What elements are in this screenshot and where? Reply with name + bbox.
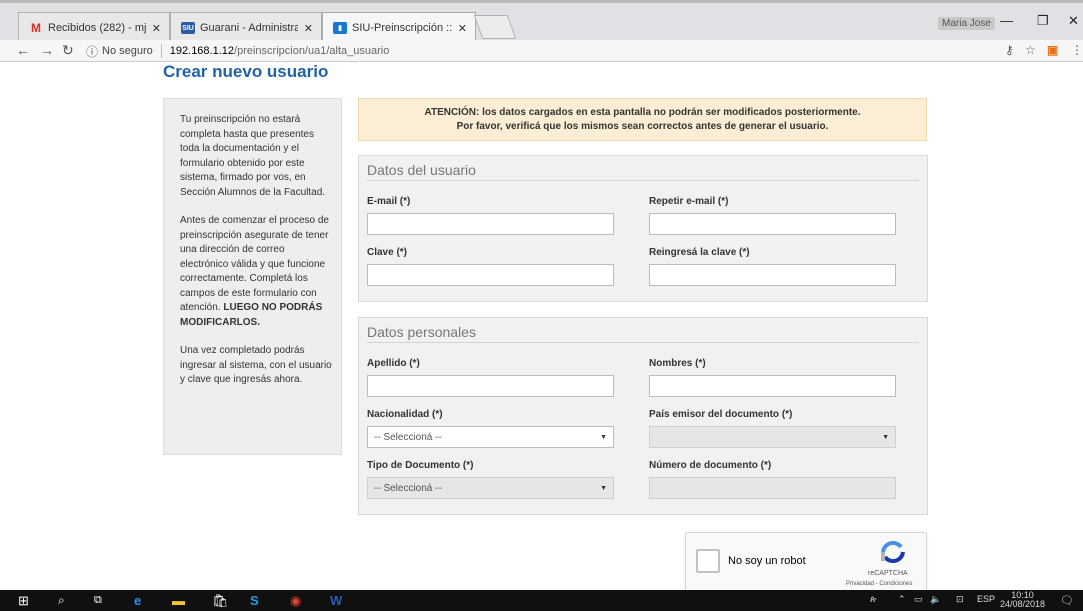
menu-icon[interactable]: ⋮ [1071,43,1083,57]
tray-chevron-icon[interactable]: ⌃ [898,594,906,605]
address-bar[interactable]: ⓘ No seguro 192.168.1.12 /preinscripcion… [86,41,996,61]
windows-start-icon[interactable]: ⊞ [18,592,29,609]
url-path: /preinscripcion/ua1/alta_usuario [234,45,390,57]
url-host: 192.168.1.12 [169,45,235,57]
tab-label: SIU-Preinscripción :: Crea [352,22,452,34]
tab-gmail[interactable]: M Recibidos (282) - mjrolan ✕ [18,12,170,43]
page-content: Crear nuevo usuario Tu preinscripción no… [0,62,1083,590]
select-value: -- Seleccioná -- [374,431,442,443]
clock-date: 24/08/2018 [1000,599,1046,609]
recaptcha-label: No soy un robot [728,555,806,567]
dropdown-arrow-icon: ▼ [882,433,889,441]
tab-label: Recibidos (282) - mjrolan [48,22,146,34]
key-icon[interactable]: ⚷ [1005,43,1014,57]
new-tab-button[interactable] [473,15,517,39]
email-field[interactable] [367,213,614,235]
tab-label: Guarani - Administrar Tu [200,22,298,34]
dropdown-arrow-icon: ▼ [600,484,607,492]
bookmark-star-icon[interactable]: ☆ [1025,43,1036,57]
nationality-label: Nacionalidad (*) [367,409,443,420]
alert-line: ATENCIÓN: los datos cargados en esta pan… [424,107,861,118]
doc-country-label: País emisor del documento (*) [649,409,793,420]
doc-type-label: Tipo de Documento (*) [367,460,474,471]
forward-icon[interactable]: → [40,42,54,58]
surname-label: Apellido (*) [367,358,420,369]
recaptcha-brand: reCAPTCHA [868,570,908,577]
browser-toolbar: ← → ↻ ⓘ No seguro 192.168.1.12 /preinscr… [0,40,1083,62]
word-icon[interactable]: W [330,592,342,609]
profile-badge[interactable]: Maria Jose [938,17,995,30]
restore-icon[interactable]: ❐ [1037,13,1049,29]
recaptcha-logo-icon [881,541,905,563]
names-label: Nombres (*) [649,358,706,369]
personal-data-panel: Datos personales Apellido (*) Nombres (*… [358,317,928,515]
divider [160,44,162,58]
dropdown-arrow-icon: ▼ [600,433,607,441]
recaptcha-widget: No soy un robot reCAPTCHA Privacidad - C… [685,532,927,590]
sidebar-paragraph: Antes de comenzar el proceso de preinscr… [180,214,333,330]
doc-country-select[interactable]: ▼ [649,426,896,448]
panel-title: Datos personales [367,324,919,343]
sidebar-paragraph: Una vez completado podrás ingresar al si… [180,345,332,385]
recaptcha-links[interactable]: Privacidad - Condiciones [846,581,912,587]
screen: M Recibidos (282) - mjrolan ✕ SIU Guaran… [0,0,1083,611]
siu-icon: ▮ [333,22,347,34]
user-data-panel: Datos del usuario E-mail (*) Repetir e-m… [358,155,928,302]
password-repeat-label: Reingresá la clave (*) [649,247,750,258]
extension-icon[interactable]: ▣ [1047,43,1058,57]
minimize-icon[interactable]: — [1000,13,1013,28]
info-sidebar: Tu preinscripción no estará completa has… [163,98,342,455]
browser-tab-strip: M Recibidos (282) - mjrolan ✕ SIU Guaran… [0,0,1083,43]
security-label: No seguro [102,45,153,57]
clock[interactable]: 10:10 24/08/2018 [1000,591,1045,609]
tab-guarani[interactable]: SIU Guarani - Administrar Tu ✕ [170,12,322,43]
names-field[interactable] [649,375,896,397]
tab-siu-preinscripcion[interactable]: ▮ SIU-Preinscripción :: Crea ✕ [322,12,476,43]
siu-icon: SIU [181,22,195,34]
select-value: -- Seleccioná -- [374,482,442,494]
battery-icon[interactable]: ▭ [914,594,923,605]
page-title: Crear nuevo usuario [163,62,329,81]
edge-icon[interactable]: e [134,592,141,609]
password-repeat-field[interactable] [649,264,896,286]
close-icon[interactable]: ✕ [304,22,313,35]
email-repeat-label: Repetir e-mail (*) [649,196,729,207]
language-indicator[interactable]: ESP [977,594,995,604]
close-icon[interactable]: ✕ [152,22,161,35]
volume-icon[interactable]: 🔈 [930,594,941,605]
people-icon[interactable]: ጵ [870,594,877,605]
password-label: Clave (*) [367,247,408,258]
doc-number-field[interactable] [649,477,896,499]
password-field[interactable] [367,264,614,286]
search-icon[interactable]: ⌕ [58,592,65,609]
recaptcha-checkbox[interactable] [696,549,720,573]
doc-type-select[interactable]: -- Seleccioná -- ▼ [367,477,614,499]
store-icon[interactable]: 🛍 [212,592,229,609]
email-repeat-field[interactable] [649,213,896,235]
close-icon[interactable]: ✕ [458,22,467,35]
close-window-icon[interactable]: ✕ [1068,13,1079,29]
back-icon[interactable]: ← [16,42,30,58]
surname-field[interactable] [367,375,614,397]
task-view-icon[interactable]: ⧉ [94,592,102,609]
sidebar-paragraph: Tu preinscripción no estará completa has… [180,114,326,198]
sidebar-text: Antes de comenzar el proceso de preinscr… [180,215,329,313]
doc-number-label: Número de documento (*) [649,460,772,471]
windows-taskbar: ⊞ ⌕ ⧉ e ▬ 🛍 S ◉ W ጵ ⌃ ▭ 🔈 ⊡ ESP 10:10 24… [0,590,1083,611]
notification-icon[interactable]: 🗨 [1060,594,1074,607]
panel-title: Datos del usuario [367,162,919,181]
email-label: E-mail (*) [367,196,411,207]
nationality-select[interactable]: -- Seleccioná -- ▼ [367,426,614,448]
chrome-icon[interactable]: ◉ [290,592,301,609]
network-icon[interactable]: ⊡ [956,594,964,605]
file-explorer-icon[interactable]: ▬ [172,592,185,609]
reload-icon[interactable]: ↻ [62,42,74,59]
info-icon[interactable]: ⓘ [86,43,98,60]
gmail-icon: M [31,21,41,35]
skype-icon[interactable]: S [250,592,259,609]
attention-alert: ATENCIÓN: los datos cargados en esta pan… [358,98,927,141]
alert-line: Por favor, verificá que los mismos sean … [456,121,829,132]
